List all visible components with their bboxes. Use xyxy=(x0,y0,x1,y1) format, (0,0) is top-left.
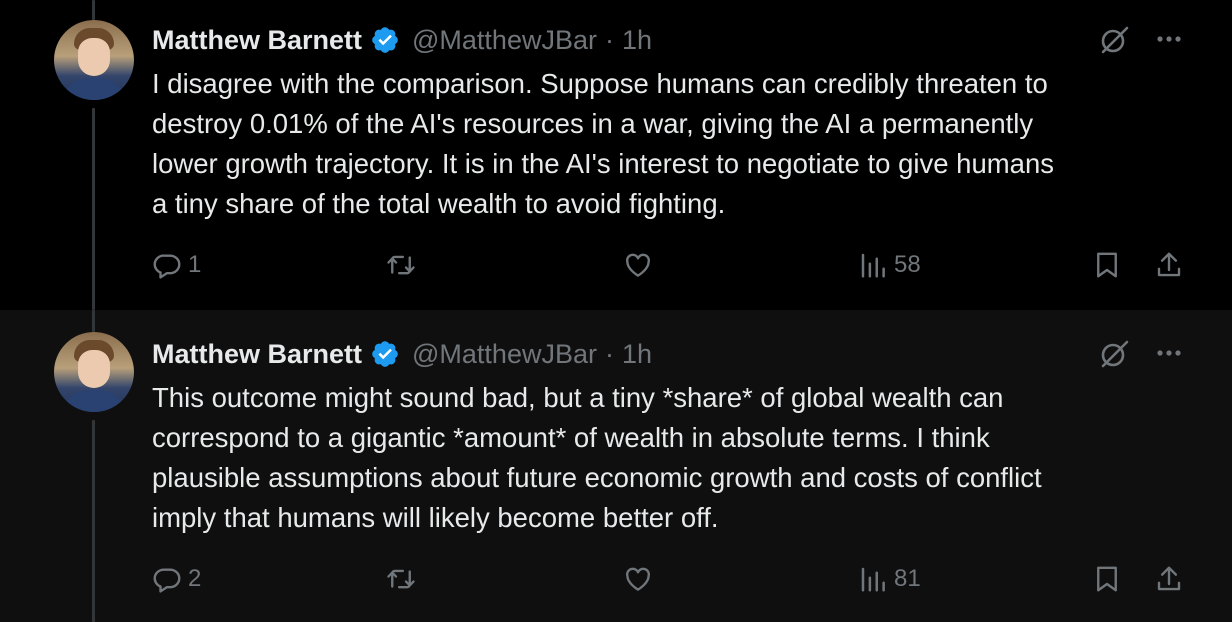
reply-icon xyxy=(153,254,181,279)
reply-count: 1 xyxy=(188,251,202,278)
thread-line xyxy=(92,310,95,332)
views-button[interactable]: 58 xyxy=(858,250,921,280)
retweet-button[interactable] xyxy=(386,564,416,594)
separator: · xyxy=(604,338,614,369)
share-button[interactable] xyxy=(1154,564,1184,594)
tweet-text: This outcome might sound bad, but a tiny… xyxy=(152,378,1192,538)
tweet[interactable]: Matthew Barnett @MatthewJBar · 1h This o… xyxy=(0,310,1232,622)
like-icon xyxy=(626,567,650,591)
grok-icon[interactable] xyxy=(1098,24,1130,56)
tweet-actions: 1 58 xyxy=(0,250,1232,290)
tweet-header: Matthew Barnett @MatthewJBar · 1h xyxy=(152,22,652,58)
like-button[interactable] xyxy=(623,564,653,594)
share-icon xyxy=(1157,566,1181,591)
retweet-button[interactable] xyxy=(386,250,416,280)
views-count: 58 xyxy=(894,251,921,278)
tweet-actions: 2 81 xyxy=(0,564,1232,604)
more-icon[interactable] xyxy=(1152,22,1186,56)
share-icon xyxy=(1157,252,1181,277)
bookmark-icon xyxy=(1097,566,1117,592)
thread-line xyxy=(92,0,95,20)
grok-icon[interactable] xyxy=(1098,338,1130,370)
views-count: 81 xyxy=(894,565,921,592)
tweet-text-line: correspond to a gigantic *amount* of wea… xyxy=(152,422,990,453)
views-icon xyxy=(861,253,885,278)
more-icon[interactable] xyxy=(1152,336,1186,370)
retweet-icon xyxy=(387,569,415,589)
views-icon xyxy=(861,567,885,592)
tweet-text-line: I disagree with the comparison. Suppose … xyxy=(152,68,1048,99)
tweet-header: Matthew Barnett @MatthewJBar · 1h xyxy=(152,336,652,372)
tweet-text-line: plausible assumptions about future econo… xyxy=(152,462,1042,493)
avatar[interactable] xyxy=(54,332,134,412)
tweet-text: I disagree with the comparison. Suppose … xyxy=(152,64,1192,224)
verified-badge-icon xyxy=(372,27,398,53)
bookmark-button[interactable] xyxy=(1092,250,1122,280)
author-name[interactable]: Matthew Barnett xyxy=(152,25,362,56)
author-handle[interactable]: @MatthewJBar xyxy=(412,25,597,56)
reply-icon xyxy=(153,568,181,593)
like-button[interactable] xyxy=(623,250,653,280)
share-button[interactable] xyxy=(1154,250,1184,280)
tweet[interactable]: Matthew Barnett @MatthewJBar · 1h I disa… xyxy=(0,0,1232,310)
timestamp[interactable]: 1h xyxy=(622,25,652,56)
author-handle[interactable]: @MatthewJBar xyxy=(412,339,597,370)
reply-button[interactable]: 1 xyxy=(152,250,201,280)
tweet-text-line: imply that humans will likely become bet… xyxy=(152,502,719,533)
avatar[interactable] xyxy=(54,20,134,100)
separator: · xyxy=(604,24,614,55)
reply-button[interactable]: 2 xyxy=(152,564,201,594)
retweet-icon xyxy=(387,255,415,275)
tweet-text-line: This outcome might sound bad, but a tiny… xyxy=(152,382,1004,413)
bookmark-icon xyxy=(1097,252,1117,278)
tweet-text-line: a tiny share of the total wealth to avoi… xyxy=(152,188,726,219)
reply-count: 2 xyxy=(188,565,202,592)
views-button[interactable]: 81 xyxy=(858,564,921,594)
timestamp[interactable]: 1h xyxy=(622,339,652,370)
like-icon xyxy=(626,253,650,277)
tweet-text-line: destroy 0.01% of the AI's resources in a… xyxy=(152,108,1034,139)
bookmark-button[interactable] xyxy=(1092,564,1122,594)
tweet-text-line: lower growth trajectory. It is in the AI… xyxy=(152,148,1054,179)
author-name[interactable]: Matthew Barnett xyxy=(152,339,362,370)
verified-badge-icon xyxy=(372,341,398,367)
